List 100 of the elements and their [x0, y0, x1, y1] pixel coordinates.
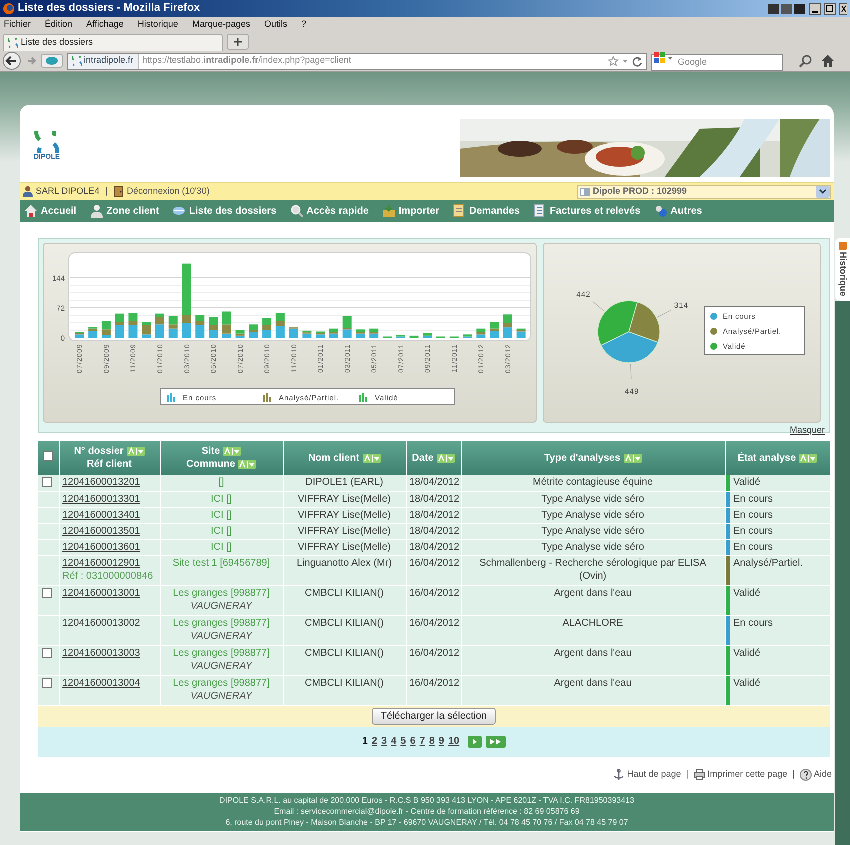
hide-link[interactable]: Masquer	[790, 424, 825, 438]
download-button[interactable]: Télécharger la sélection	[372, 708, 496, 725]
sort-icon[interactable]	[799, 454, 818, 462]
next-page-icon[interactable]	[468, 736, 482, 748]
dossier-link[interactable]: 12041600013003	[62, 647, 156, 660]
status-text: En cours	[734, 542, 773, 553]
column-header[interactable]: Commune	[186, 458, 236, 471]
back-icon[interactable]	[3, 52, 23, 70]
page-link[interactable]: 1	[362, 734, 368, 749]
status-text: En cours	[734, 618, 773, 629]
separator-text: |	[792, 768, 795, 781]
checkbox[interactable]	[42, 648, 52, 658]
minimize-icon[interactable]	[809, 2, 821, 14]
checkbox[interactable]	[42, 678, 52, 688]
column-header[interactable]: Date	[412, 452, 434, 464]
sort-icon[interactable]	[238, 460, 256, 469]
dossier-link[interactable]: 12041600013001	[62, 587, 156, 600]
page-link-action[interactable]: Imprimer cette page	[694, 768, 788, 782]
column-header[interactable]: Type d'analyses	[544, 452, 621, 464]
search-field[interactable]: Google	[651, 54, 783, 70]
menu-item[interactable]: Édition	[45, 18, 73, 32]
page-icon[interactable]	[41, 54, 63, 68]
site-text: ICI []	[210, 541, 234, 554]
separator-text: |	[686, 768, 689, 781]
page-link[interactable]: 2	[372, 734, 378, 749]
dossier-link[interactable]: 12041600013601	[62, 541, 156, 554]
menu-item[interactable]: ?	[302, 18, 307, 32]
reload-icon[interactable]	[632, 56, 643, 66]
close-icon[interactable]	[839, 2, 847, 14]
status-text: Validé	[734, 678, 761, 689]
page-link-action[interactable]: Haut de page	[613, 768, 682, 782]
menu-item[interactable]: Fichier	[4, 18, 32, 32]
sort-icon[interactable]	[126, 447, 145, 456]
page-link[interactable]: 7	[420, 734, 426, 749]
column-header[interactable]: Nom client	[308, 452, 360, 464]
page-link[interactable]: 3	[382, 734, 388, 749]
separator-text: |	[106, 184, 108, 198]
dossier-link[interactable]: 12041600013301	[62, 493, 156, 506]
dossier-link[interactable]: 12041600013004	[62, 677, 156, 690]
column-header[interactable]: Réf client	[86, 458, 132, 471]
page-link[interactable]: 6	[410, 734, 416, 749]
site-icon	[72, 56, 82, 66]
sort-icon[interactable]	[436, 454, 455, 462]
dossier-link[interactable]: 12041600013401	[62, 509, 156, 522]
maximize-icon[interactable]	[824, 2, 836, 14]
nav-link[interactable]: Accueil	[24, 204, 77, 218]
last-page-icon[interactable]	[486, 736, 506, 748]
address-bar[interactable]: intradipole.fr https://testlabo.intradipole.fr/index.php?page=client	[67, 52, 647, 70]
site-text: ICI []	[210, 509, 234, 522]
menu-item[interactable]: Historique	[138, 18, 178, 32]
column-header[interactable]: État analyse	[738, 452, 796, 464]
leader-line	[592, 301, 605, 312]
home-icon[interactable]	[821, 54, 835, 68]
checkbox[interactable]	[43, 450, 54, 460]
user-icon	[23, 186, 33, 197]
search-icon[interactable]	[799, 54, 813, 68]
new-tab-icon[interactable]	[227, 34, 249, 50]
footer-text: DIPOLE S.A.R.L. au capital de 200.000 Euros - R.C.S B 950 393 413 LYON - APE 6201Z - TVA I.C. FR81950393413	[220, 795, 634, 806]
nav-link[interactable]: Accès rapide	[290, 204, 369, 218]
menu-item[interactable]: Marque-pages	[192, 18, 250, 32]
document-icon	[533, 204, 548, 218]
nav-link[interactable]: Liste des dossiers	[172, 204, 277, 218]
checkbox[interactable]	[42, 588, 52, 598]
printer-icon	[694, 768, 706, 780]
door-icon	[114, 186, 124, 197]
star-icon[interactable]	[608, 56, 619, 66]
page-link[interactable]: 8	[429, 734, 435, 749]
tray-icon	[768, 2, 806, 14]
legend-icon	[710, 313, 718, 320]
sort-icon[interactable]	[362, 454, 381, 462]
page-link[interactable]: 9	[438, 734, 444, 749]
page-link[interactable]: 4	[391, 734, 397, 749]
commune-text: VAUGNERAY	[190, 660, 254, 673]
search-icon	[290, 204, 304, 218]
nav-link[interactable]: Demandes	[452, 204, 520, 218]
menu-item[interactable]: Affichage	[86, 18, 124, 32]
page-link[interactable]: 10	[448, 734, 460, 749]
logout-link[interactable]: Déconnexion (10'30)	[127, 184, 210, 198]
browser-tab[interactable]: Liste des dossiers	[3, 34, 223, 51]
nav-link[interactable]: Zone client	[90, 204, 160, 218]
legend-icon	[710, 343, 718, 350]
search-engine-icon[interactable]	[654, 52, 674, 64]
dossier-link[interactable]: 12041600013501	[62, 525, 156, 538]
sort-icon[interactable]	[624, 454, 642, 462]
nav-link[interactable]: Importer	[382, 204, 440, 218]
home-icon	[24, 204, 38, 218]
identity-button[interactable]: intradipole.fr	[68, 54, 139, 68]
nav-link[interactable]: Autres	[654, 204, 702, 218]
page-link-action[interactable]: Aide	[800, 768, 832, 782]
dossier-link[interactable]: 12041600013201	[62, 476, 156, 489]
side-tab[interactable]: Historique	[835, 238, 850, 301]
status-text: En cours	[734, 526, 773, 537]
menu-item[interactable]: Outils	[264, 18, 288, 32]
dossier-link[interactable]: 12041600012901	[62, 557, 156, 570]
checkbox[interactable]	[42, 477, 52, 487]
leader-line	[630, 364, 632, 380]
page-link[interactable]: 5	[400, 734, 406, 749]
account-dropdown[interactable]: Dipole PROD : 102999	[577, 184, 831, 198]
sort-icon[interactable]	[223, 447, 242, 456]
nav-link[interactable]: Factures et relevés	[533, 204, 641, 218]
